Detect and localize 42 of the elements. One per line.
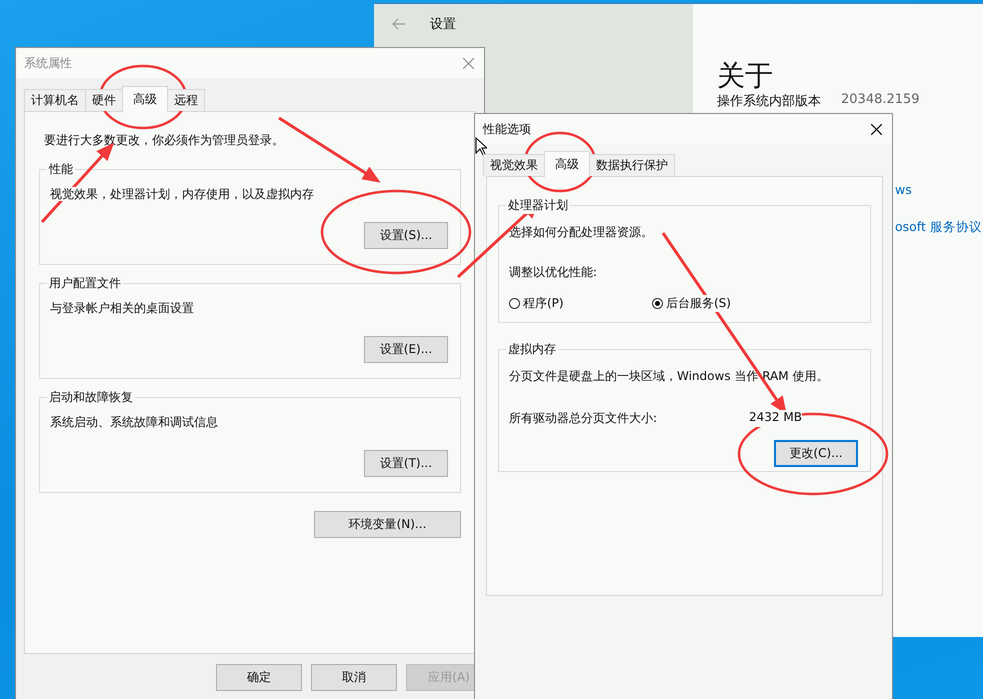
dialog-button[interactable]: 取消 [311,664,397,691]
tab[interactable]: 数据执行保护 [589,154,675,176]
radio-button[interactable] [652,298,663,309]
tab[interactable]: 高级 [122,86,168,112]
size-label: 所有驱动器总分页文件大小: [509,410,658,427]
group-title: 处理器计划 [506,197,570,214]
size-value: 2432 MB [749,410,802,427]
build-value: 20348.2159 [841,92,920,109]
tab[interactable]: 高级 [544,151,590,177]
tab[interactable]: 远程 [167,89,205,111]
prompt-text: 调整以优化性能: [509,264,598,281]
environment-variables-button[interactable]: 环境变量(N)... [314,511,461,538]
radio-option[interactable]: 程序(P) [509,295,652,312]
radio-label: 程序(P) [523,295,564,312]
close-icon[interactable] [871,124,882,134]
tab[interactable]: 硬件 [85,89,123,111]
settings-button[interactable]: 设置(T)... [364,450,448,477]
change-button[interactable]: 更改(C)... [774,440,858,467]
notice-text: 要进行大多数更改，你必须作为管理员登录。 [44,132,285,149]
group-title: 虚拟内存 [507,341,557,358]
group-description: 系统启动、系统故障和调试信息 [50,415,218,429]
group-description: 视觉效果，处理器计划，内存使用，以及虚拟内存 [50,187,314,201]
settings-button[interactable]: 设置(E)... [364,336,448,363]
window-title: 性能选项 [483,120,531,138]
group-description: 分页文件是硬盘上的一块区域，Windows 当作 RAM 使用。 [509,368,830,385]
settings-button[interactable]: 设置(S)... [364,222,448,249]
tab[interactable]: 视觉效果 [483,154,545,176]
page-heading: 关于 [717,58,774,94]
radio-button[interactable] [509,298,520,309]
link[interactable]: osoft 服务协议 [895,219,983,236]
group-title: 启动和故障恢复 [48,389,134,406]
group-title: 性能 [48,161,74,178]
radio-option[interactable]: 后台服务(S) [652,295,795,312]
radio-label: 后台服务(S) [666,295,731,312]
window-title: 设置 [430,16,456,33]
dialog-button[interactable]: 确定 [216,664,302,691]
window-title: 系统属性 [24,54,72,72]
link[interactable]: ws [895,182,983,197]
group-title: 用户配置文件 [48,275,122,292]
group-description: 与登录帐户相关的桌面设置 [50,301,194,315]
build-label: 操作系统内部版本 [717,93,821,110]
tab[interactable]: 计算机名 [24,89,86,111]
